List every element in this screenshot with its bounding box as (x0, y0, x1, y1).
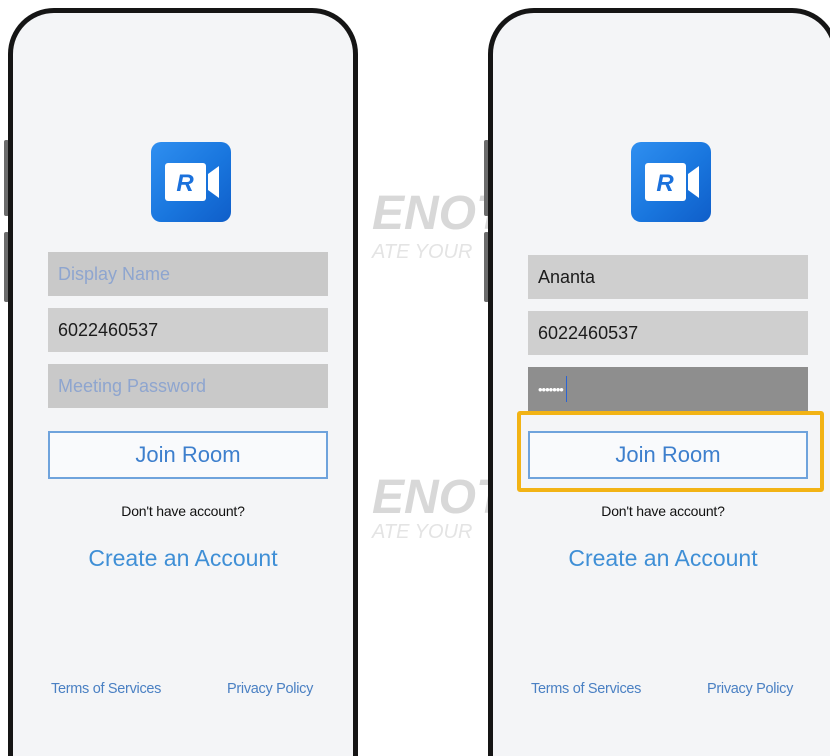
meeting-id-value: 6022460537 (538, 322, 639, 343)
meeting-password-input[interactable]: ••••••• (528, 367, 808, 411)
phone-screen-empty: R 6022460537 Join Room Don't have accoun… (8, 8, 358, 756)
meeting-id-input[interactable]: 6022460537 (48, 308, 328, 352)
join-room-button[interactable]: Join Room (48, 431, 328, 479)
watermark-subtext: ATE YOUR (372, 241, 473, 263)
terms-of-services-link[interactable]: Terms of Services (51, 681, 161, 697)
no-account-text: Don't have account? (121, 503, 245, 519)
app-logo: R (151, 142, 231, 222)
privacy-policy-link[interactable]: Privacy Policy (707, 681, 793, 697)
create-account-link[interactable]: Create an Account (493, 545, 830, 572)
watermark-subtext: ATE YOUR (372, 521, 473, 543)
video-camera-icon: R (645, 163, 699, 201)
join-room-highlight (517, 411, 824, 492)
no-account-text: Don't have account? (601, 503, 725, 519)
display-name-input[interactable] (48, 252, 328, 296)
meeting-id-value: 6022460537 (58, 319, 159, 340)
phone-screen-filled: R Ananta 6022460537 ••••••• Join Room Do… (488, 8, 830, 756)
logo-letter: R (176, 170, 194, 197)
app-logo: R (631, 142, 711, 222)
terms-of-services-link[interactable]: Terms of Services (531, 681, 641, 697)
display-name-input[interactable]: Ananta (528, 255, 808, 299)
privacy-policy-link[interactable]: Privacy Policy (227, 681, 313, 697)
create-account-link[interactable]: Create an Account (13, 545, 353, 572)
text-cursor (565, 376, 567, 402)
display-name-value: Ananta (538, 266, 596, 287)
password-masked-value: ••••••• (538, 381, 564, 397)
video-camera-icon: R (165, 163, 219, 201)
meeting-id-input[interactable]: 6022460537 (528, 311, 808, 355)
logo-letter: R (656, 170, 674, 197)
meeting-password-input[interactable] (48, 364, 328, 408)
